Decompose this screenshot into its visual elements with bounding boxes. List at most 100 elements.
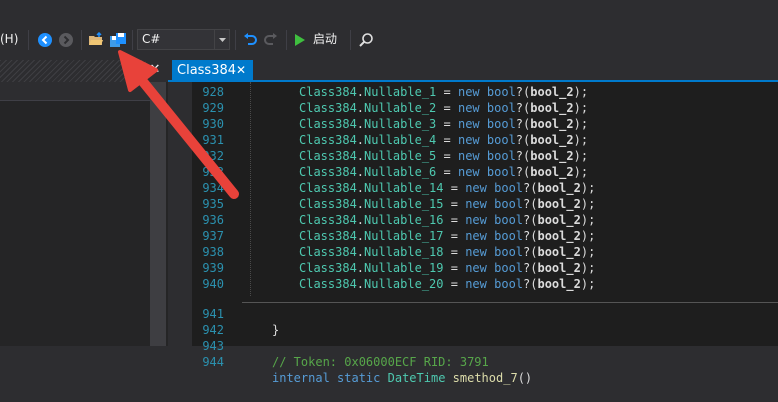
keyword-new: new — [457, 85, 480, 99]
statement-end: ); — [573, 133, 589, 147]
tab-close-button[interactable]: ✕ — [236, 63, 246, 77]
toolbar-separator — [132, 30, 133, 50]
class-name: Class384 — [299, 165, 357, 179]
code-statement: Class384.Nullable_16 = new bool?(bool_2)… — [299, 212, 595, 228]
dropdown-arrow-icon — [218, 37, 226, 42]
toolbar-separator — [350, 30, 351, 50]
keyword-bool: bool — [486, 149, 516, 163]
keyword-bool: bool — [494, 197, 524, 211]
save-button[interactable] — [108, 30, 128, 50]
class-name: Class384 — [299, 213, 357, 227]
keyword-new: new — [457, 133, 480, 147]
nullable-open: ?( — [523, 229, 538, 243]
code-line: 943 // Token: 0x06000ECF RID: 3791 — [168, 322, 778, 369]
open-button[interactable] — [86, 30, 106, 50]
keyword-new: new — [465, 277, 487, 291]
field-name: Nullable_19 — [364, 261, 444, 275]
left-panel-scrollbar[interactable] — [150, 82, 166, 346]
assign-operator: = — [443, 229, 466, 243]
keyword-new: new — [457, 149, 480, 163]
code-comment: // Token: 0x06000ECF RID: 3791 — [272, 355, 489, 369]
line-number: 929 — [202, 101, 224, 115]
menu-help-fragment[interactable]: (H) — [0, 31, 18, 47]
keyword-new: new — [457, 165, 480, 179]
keyword-static: static — [337, 371, 381, 385]
argument: bool_2 — [537, 213, 581, 227]
field-name: Nullable_6 — [364, 165, 437, 179]
code-statement: Class384.Nullable_5 = new bool?(bool_2); — [299, 148, 588, 164]
statement-end: ); — [580, 213, 596, 227]
code-line: 928 Class384.Nullable_1 = new bool?(bool_… — [168, 84, 778, 100]
assign-operator: = — [436, 165, 458, 179]
line-number: 939 — [202, 261, 224, 275]
argument: bool_2 — [537, 197, 581, 211]
keyword-new: new — [465, 245, 487, 259]
class-name: Class384 — [299, 149, 357, 163]
toolbar-separator — [81, 30, 82, 50]
keyword-new: new — [457, 101, 480, 115]
line-number: 938 — [202, 245, 224, 259]
search-button[interactable] — [356, 30, 376, 50]
code-statement: Class384.Nullable_17 = new bool?(bool_2)… — [299, 228, 595, 244]
keyword-bool: bool — [486, 117, 516, 131]
member-dot: . — [356, 229, 365, 243]
member-dot: . — [356, 85, 365, 99]
class-name: Class384 — [299, 133, 357, 147]
code-statement: Class384.Nullable_2 = new bool?(bool_2); — [299, 100, 588, 116]
member-dot: . — [356, 149, 365, 163]
keyword-bool: bool — [494, 261, 524, 275]
nullable-open: ?( — [515, 149, 531, 163]
method-separator — [242, 302, 778, 303]
forward-button[interactable] — [56, 30, 76, 50]
tab-class384[interactable]: Class384 ✕ — [172, 60, 253, 82]
assign-operator: = — [436, 85, 458, 99]
class-name: Class384 — [299, 117, 357, 131]
code-line: 941 } — [168, 290, 778, 337]
left-panel-tabstrip[interactable] — [0, 60, 146, 82]
keyword-bool: bool — [494, 277, 524, 291]
nullable-open: ?( — [523, 277, 538, 291]
statement-end: ); — [573, 165, 589, 179]
line-number: 936 — [202, 213, 224, 227]
back-button[interactable] — [35, 30, 55, 50]
code-line: 932 Class384.Nullable_5 = new bool?(bool_… — [168, 148, 778, 164]
argument: bool_2 — [537, 261, 581, 275]
language-value: C# — [142, 32, 161, 46]
nullable-open: ?( — [515, 85, 531, 99]
code-line: 933 Class384.Nullable_6 = new bool?(bool_… — [168, 164, 778, 180]
left-panel-close-button[interactable]: ✕ — [148, 62, 162, 78]
member-dot: . — [356, 245, 365, 259]
undo-button[interactable] — [240, 30, 260, 50]
language-dropdown-button[interactable] — [214, 30, 229, 49]
member-dot: . — [356, 181, 365, 195]
search-icon — [359, 33, 373, 47]
member-dot: . — [356, 197, 365, 211]
nullable-open: ?( — [515, 133, 531, 147]
assign-operator: = — [443, 181, 466, 195]
assign-operator: = — [443, 245, 466, 259]
nullable-open: ?( — [515, 117, 531, 131]
keyword-internal: internal — [272, 371, 330, 385]
toolbar-separator — [235, 30, 236, 50]
start-button[interactable]: 启动 — [292, 30, 344, 50]
argument: bool_2 — [537, 229, 581, 243]
member-dot: . — [356, 261, 365, 275]
line-number: 937 — [202, 229, 224, 243]
line-number: 931 — [202, 133, 224, 147]
code-statement: Class384.Nullable_4 = new bool?(bool_2); — [299, 132, 588, 148]
type-name: DateTime — [387, 371, 446, 385]
save-icon — [110, 33, 126, 47]
argument: bool_2 — [537, 277, 581, 291]
left-panel-toolbar — [0, 82, 150, 101]
field-name: Nullable_20 — [364, 277, 444, 291]
keyword-bool: bool — [494, 245, 524, 259]
statement-end: ); — [573, 149, 589, 163]
assign-operator: = — [436, 101, 458, 115]
language-combobox[interactable]: C# — [137, 29, 230, 50]
code-line: 929 Class384.Nullable_2 = new bool?(bool_… — [168, 100, 778, 116]
code-editor[interactable]: 928 Class384.Nullable_1 = new bool?(bool_… — [168, 82, 778, 385]
start-label: 启动 — [313, 32, 338, 46]
redo-button[interactable] — [261, 30, 281, 50]
code-line: 939 Class384.Nullable_19 = new bool?(bool… — [168, 260, 778, 276]
